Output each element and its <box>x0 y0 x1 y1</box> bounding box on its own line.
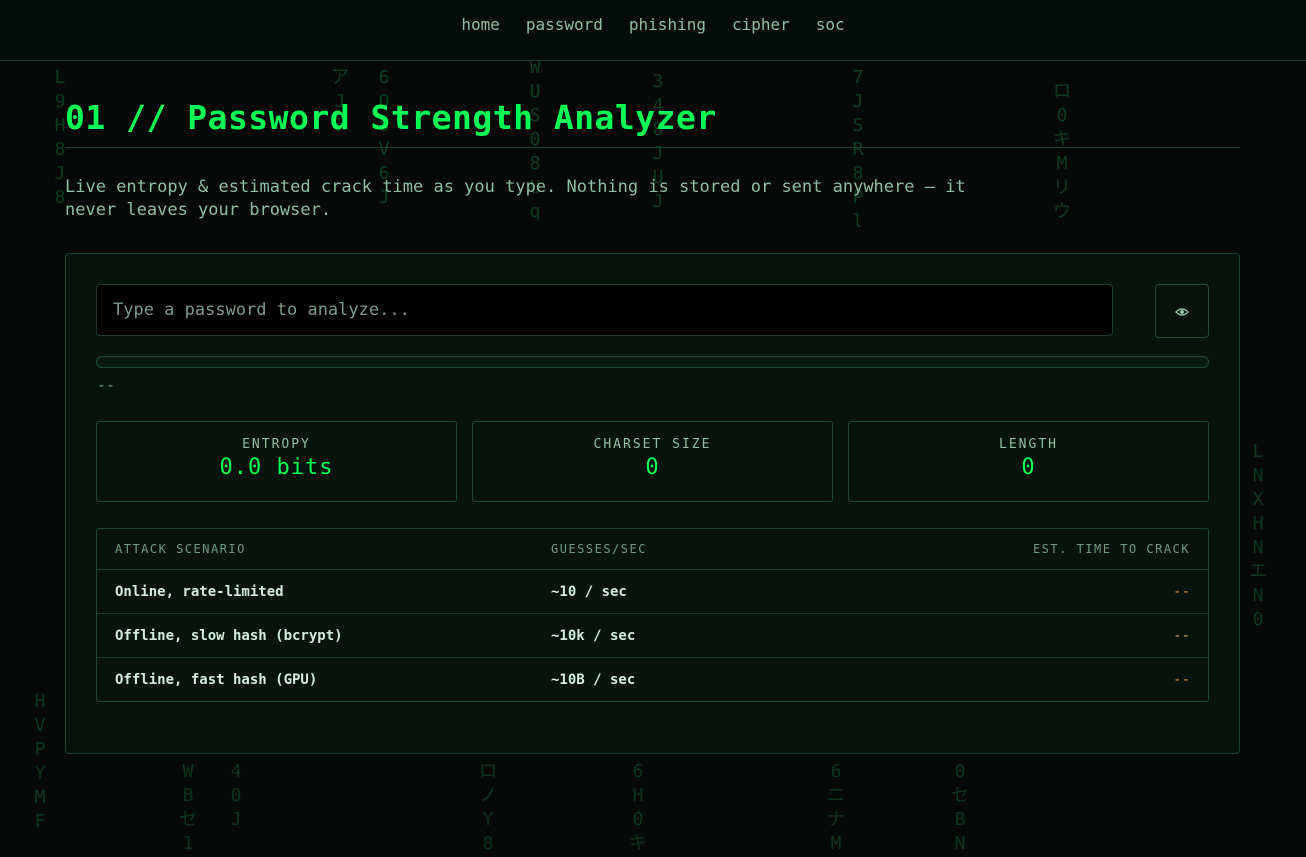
header-guesses-per-sec: GUESSES/SEC <box>533 529 808 570</box>
attack-scenario-table: ATTACK SCENARIO GUESSES/SEC EST. TIME TO… <box>96 528 1209 702</box>
length-label: LENGTH <box>999 437 1058 452</box>
crack-time-cell: -- <box>807 614 1208 658</box>
crack-time-cell: -- <box>807 570 1208 614</box>
table-row: Offline, slow hash (bcrypt) ~10k / sec -… <box>97 614 1208 658</box>
entropy-value: 0.0 bits <box>219 455 334 480</box>
analyzer-panel: -- ENTROPY 0.0 bits CHARSET SIZE 0 LENGT… <box>65 253 1240 754</box>
charset-size-card: CHARSET SIZE 0 <box>472 421 833 502</box>
rate-cell: ~10B / sec <box>551 671 636 688</box>
strength-label: -- <box>97 376 116 394</box>
crack-time-cell: -- <box>1173 671 1190 688</box>
scenario-cell: Offline, fast hash (GPU) <box>115 671 318 688</box>
table-row: Offline, fast hash (GPU) ~10B / sec -- <box>97 658 1208 701</box>
page-title: 01 // Password Strength Analyzer <box>65 98 1240 148</box>
table-row: Online, rate-limited ~10 / sec -- <box>97 570 1208 614</box>
rate-cell: ~10 / sec <box>533 570 808 614</box>
table-header-row: ATTACK SCENARIO GUESSES/SEC EST. TIME TO… <box>97 529 1208 570</box>
nav-link-phishing[interactable]: phishing <box>629 15 706 34</box>
header-attack-scenario: ATTACK SCENARIO <box>97 529 533 570</box>
rate-cell: ~10k / sec <box>533 614 808 658</box>
scenario-cell: Online, rate-limited <box>97 570 533 614</box>
charset-size-value: 0 <box>645 455 660 480</box>
charset-size-label: CHARSET SIZE <box>593 437 712 452</box>
strength-meter <box>96 356 1209 368</box>
nav-link-password[interactable]: password <box>526 15 603 34</box>
header-time-to-crack: EST. TIME TO CRACK <box>807 529 1208 570</box>
length-value: 0 <box>1021 455 1036 480</box>
nav-link-home[interactable]: home <box>461 15 500 34</box>
page-description: Live entropy & estimated crack time as y… <box>65 177 966 220</box>
scenario-cell: Offline, slow hash (bcrypt) <box>97 614 533 658</box>
toggle-visibility-button[interactable] <box>1155 284 1209 338</box>
entropy-label: ENTROPY <box>242 437 311 452</box>
length-card: LENGTH 0 <box>848 421 1209 502</box>
entropy-card: ENTROPY 0.0 bits <box>96 421 457 502</box>
top-navbar: home password phishing cipher soc <box>0 0 1306 61</box>
nav-link-soc[interactable]: soc <box>816 15 845 34</box>
main-content: 01 // Password Strength Analyzer Live en… <box>65 60 1240 754</box>
eye-icon <box>1175 302 1189 321</box>
password-input[interactable] <box>96 284 1113 336</box>
nav-link-cipher[interactable]: cipher <box>732 15 790 34</box>
